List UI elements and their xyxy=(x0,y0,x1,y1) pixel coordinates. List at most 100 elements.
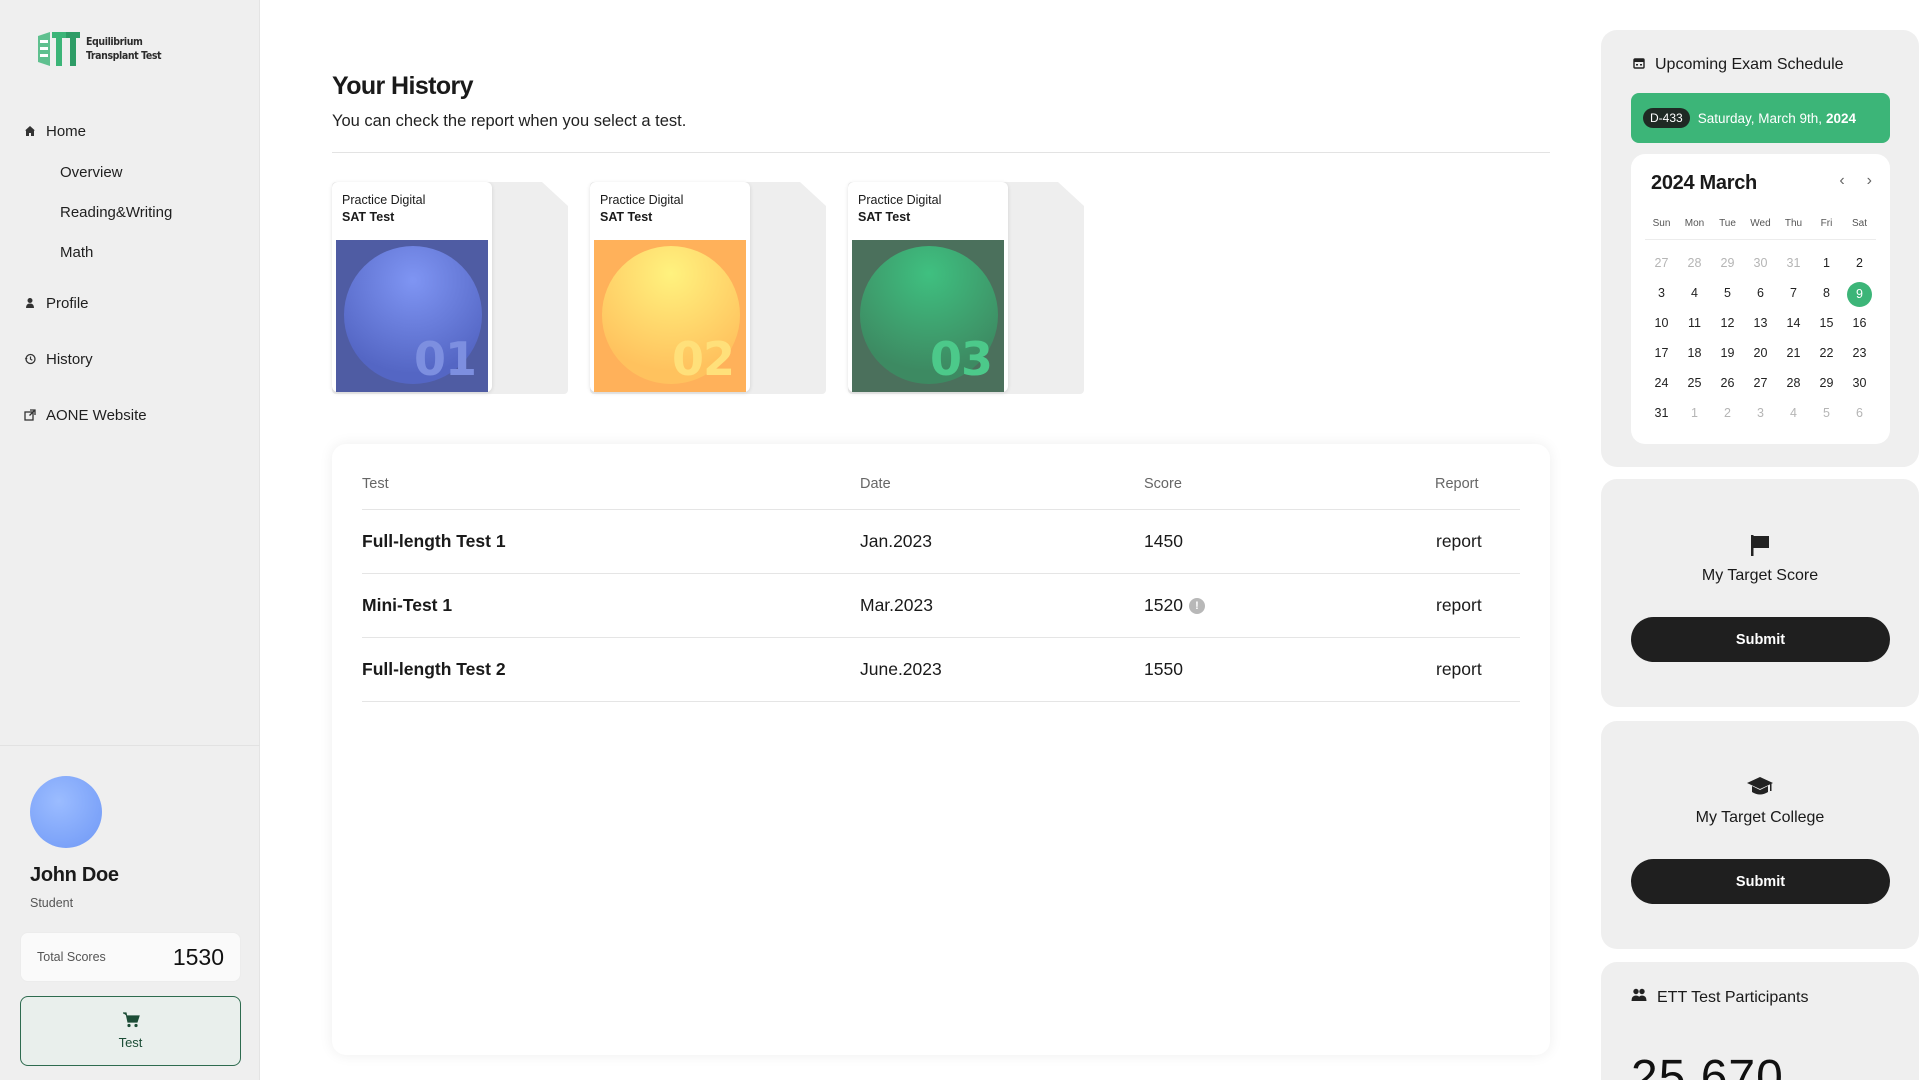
calendar-day[interactable]: 6 xyxy=(1744,282,1777,304)
calendar-day[interactable]: 25 xyxy=(1678,372,1711,394)
calendar-day[interactable]: 7 xyxy=(1777,282,1810,304)
participants-title: ETT Test Participants xyxy=(1657,988,1809,1006)
weekday-label: Tue xyxy=(1719,218,1736,229)
calendar-day[interactable]: 27 xyxy=(1744,372,1777,394)
card-label: Practice Digital SAT Test xyxy=(594,186,746,240)
calendar-day[interactable]: 24 xyxy=(1645,372,1678,394)
calendar-day[interactable]: 8 xyxy=(1810,282,1843,304)
calendar-day[interactable]: 17 xyxy=(1645,342,1678,364)
calendar-day[interactable]: 18 xyxy=(1678,342,1711,364)
calendar-day-number: 16 xyxy=(1852,316,1867,330)
calendar-day-number: 5 xyxy=(1823,406,1830,420)
sidebar-item-home[interactable]: Home xyxy=(24,118,244,144)
sidebar: Equilibrium Transplant Test Home Overvie… xyxy=(0,0,260,1080)
card-number: 01 xyxy=(413,332,477,386)
calendar-day[interactable]: 28 xyxy=(1777,372,1810,394)
report-link[interactable]: report xyxy=(1436,531,1482,552)
calendar-day[interactable]: 30 xyxy=(1744,252,1777,274)
calendar-day[interactable]: 21 xyxy=(1777,342,1810,364)
calendar-day[interactable]: 13 xyxy=(1744,312,1777,334)
calendar-day[interactable]: 23 xyxy=(1843,342,1876,364)
calendar-day[interactable]: 3 xyxy=(1645,282,1678,304)
calendar-day[interactable]: 31 xyxy=(1645,402,1678,424)
calendar-day[interactable]: 22 xyxy=(1810,342,1843,364)
table-row[interactable]: Full-length Test 2 June.2023 1550 report xyxy=(362,638,1520,702)
chevron-right-icon[interactable]: › xyxy=(1867,172,1872,190)
sidebar-item-aone-website[interactable]: AONE Website xyxy=(24,402,244,428)
report-link[interactable]: report xyxy=(1436,595,1482,616)
calendar-day[interactable]: 11 xyxy=(1678,312,1711,334)
card-label: Practice Digital SAT Test xyxy=(336,186,488,240)
weekday-label: Fri xyxy=(1820,218,1833,229)
calendar-day[interactable]: 2 xyxy=(1843,252,1876,274)
calendar-day-number: 4 xyxy=(1790,406,1797,420)
avatar[interactable] xyxy=(30,776,102,848)
calendar-day[interactable]: 30 xyxy=(1843,372,1876,394)
calendar-day[interactable]: 19 xyxy=(1711,342,1744,364)
calendar-icon xyxy=(1633,56,1645,74)
user-icon xyxy=(24,297,36,309)
card-title-line1: Practice Digital xyxy=(342,193,426,207)
total-scores-label: Total Scores xyxy=(37,950,106,964)
calendar-day-number: 29 xyxy=(1720,256,1735,270)
calendar-day[interactable]: 15 xyxy=(1810,312,1843,334)
calendar-day[interactable]: 29 xyxy=(1810,372,1843,394)
cell-test: Full-length Test 2 xyxy=(362,659,506,679)
calendar-day-number: 26 xyxy=(1720,376,1735,390)
column-header-score: Score xyxy=(1144,476,1182,492)
cell-date: Mar.2023 xyxy=(860,595,933,615)
calendar-day[interactable]: 10 xyxy=(1645,312,1678,334)
calendar-day[interactable]: 20 xyxy=(1744,342,1777,364)
calendar-day[interactable]: 3 xyxy=(1744,402,1777,424)
report-link[interactable]: report xyxy=(1436,659,1482,680)
calendar-day[interactable]: 27 xyxy=(1645,252,1678,274)
sidebar-item-math[interactable]: Math xyxy=(60,232,244,272)
test-card-02[interactable]: Practice Digital SAT Test 02 xyxy=(590,182,826,394)
sidebar-item-history[interactable]: History xyxy=(24,346,244,372)
calendar-day-number: 21 xyxy=(1786,346,1801,360)
weekday-label: Mon xyxy=(1684,218,1705,229)
calendar-day[interactable]: 4 xyxy=(1678,282,1711,304)
sidebar-nav: Home Overview Reading&Writing Math Profi… xyxy=(24,118,244,428)
calendar-day[interactable]: 5 xyxy=(1711,282,1744,304)
calendar-day[interactable]: 6 xyxy=(1843,402,1876,424)
logo[interactable]: Equilibrium Transplant Test xyxy=(36,30,162,68)
target-score-submit-button[interactable]: Submit xyxy=(1631,617,1890,662)
calendar-day[interactable]: 26 xyxy=(1711,372,1744,394)
exam-date-banner[interactable]: D-433 Saturday, March 9th, 2024 xyxy=(1631,93,1890,143)
info-icon[interactable]: ! xyxy=(1188,597,1205,614)
test-card-03[interactable]: Practice Digital SAT Test 03 xyxy=(848,182,1084,394)
sidebar-item-overview[interactable]: Overview xyxy=(60,152,244,192)
target-score-label: My Target Score xyxy=(1701,567,1819,584)
calendar-day[interactable]: 14 xyxy=(1777,312,1810,334)
sidebar-item-reading-writing[interactable]: Reading&Writing xyxy=(60,192,244,232)
calendar-day[interactable]: 2 xyxy=(1711,402,1744,424)
calendar-day[interactable]: 4 xyxy=(1777,402,1810,424)
table-row[interactable]: Mini-Test 1 Mar.2023 1520 ! report xyxy=(362,574,1520,638)
panel-title: ETT Test Participants xyxy=(1631,988,1808,1007)
calendar-day-number: 31 xyxy=(1654,406,1669,420)
table-header: Test Date Score Report xyxy=(362,476,1520,510)
sidebar-item-label: Math xyxy=(60,243,94,261)
column-header-date: Date xyxy=(860,476,891,492)
calendar-day-selected[interactable]: 9 xyxy=(1843,282,1876,307)
calendar-day[interactable]: 5 xyxy=(1810,402,1843,424)
calendar-day[interactable]: 31 xyxy=(1777,252,1810,274)
calendar-day[interactable]: 1 xyxy=(1810,252,1843,274)
participants-count: 25,670 xyxy=(1631,1051,1784,1080)
target-college-submit-button[interactable]: Submit xyxy=(1631,859,1890,904)
calendar-day[interactable]: 16 xyxy=(1843,312,1876,334)
sidebar-item-profile[interactable]: Profile xyxy=(24,290,244,316)
test-button[interactable]: Test xyxy=(20,996,241,1066)
calendar-day[interactable]: 1 xyxy=(1678,402,1711,424)
logo-line-2: Transplant Test xyxy=(86,50,162,62)
test-card-01[interactable]: Practice Digital SAT Test 01 xyxy=(332,182,568,394)
chevron-left-icon[interactable]: ‹ xyxy=(1839,172,1844,190)
calendar-day[interactable]: 12 xyxy=(1711,312,1744,334)
calendar-day[interactable]: 29 xyxy=(1711,252,1744,274)
calendar-day-number: 24 xyxy=(1654,376,1669,390)
calendar-day[interactable]: 28 xyxy=(1678,252,1711,274)
table-row[interactable]: Full-length Test 1 Jan.2023 1450 report xyxy=(362,510,1520,574)
card-front: Practice Digital SAT Test 03 xyxy=(848,182,1008,392)
calendar-day-number: 29 xyxy=(1819,376,1834,390)
